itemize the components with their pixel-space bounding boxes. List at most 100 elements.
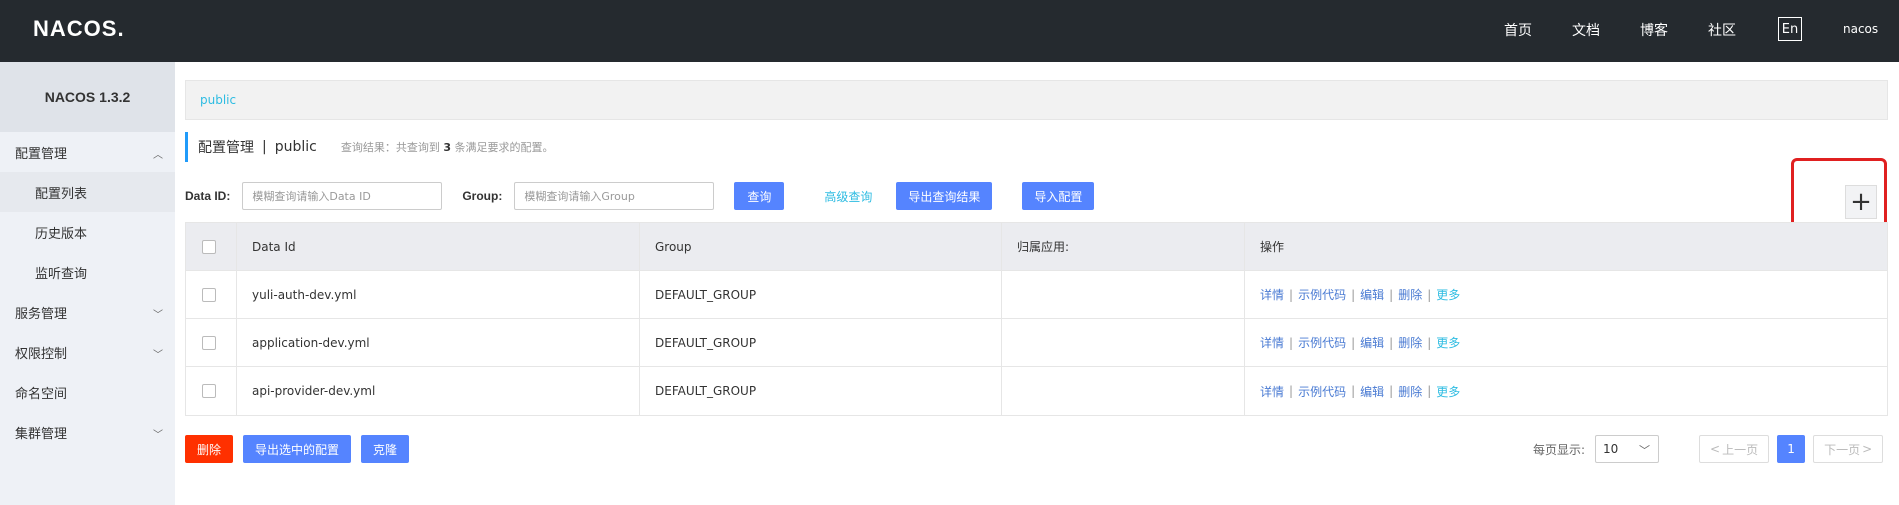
row-app [1002,367,1245,415]
page-size-select[interactable]: 10 ﹀ [1595,435,1660,463]
table-row: api-provider-dev.yml DEFAULT_GROUP 详情 | 示例… [186,367,1887,415]
version-label: NACOS 1.3.2 [0,62,175,132]
prev-page-label: 上一页 [1722,442,1759,457]
namespace-bar: public [185,80,1888,120]
batch-actions: 删除 导出选中的配置 克隆 [185,435,410,463]
ops-separator: | [1427,287,1432,302]
hint-suffix: 条满足要求的配置。 [454,141,554,154]
sidebar-item-label: 配置列表 [35,186,88,202]
chevron-down-icon: ﹀ [1639,444,1651,457]
header-group: Group [640,223,1002,270]
sample-code-link[interactable]: 示例代码 [1298,286,1346,303]
add-config-button[interactable]: + [1845,185,1877,219]
export-selected-button[interactable]: 导出选中的配置 [243,435,352,463]
delete-link[interactable]: 删除 [1398,383,1422,400]
namespace-tab-public[interactable]: public [200,93,236,107]
sidebar-item-config-list[interactable]: 配置列表 [0,172,175,212]
search-button[interactable]: 查询 [734,182,785,210]
pagination: 每页显示: 10 ﹀ < 上一页 1 下一页 > [1533,435,1884,463]
row-app [1002,271,1245,318]
title-separator: | [262,139,267,155]
row-group: DEFAULT_GROUP [640,319,1002,366]
sidebar-item-access-control[interactable]: 权限控制 ﹀ [0,332,175,372]
header-app: 归属应用: [1002,223,1245,270]
nav-docs[interactable]: 文档 [1572,20,1600,40]
delete-link[interactable]: 删除 [1398,286,1422,303]
batch-delete-button[interactable]: 删除 [185,435,234,463]
sample-code-link[interactable]: 示例代码 [1298,334,1346,351]
row-select-cell [186,319,237,366]
row-checkbox[interactable] [202,287,216,302]
sidebar-item-label: 命名空间 [15,386,68,402]
import-config-button[interactable]: 导入配置 [1022,182,1095,210]
sidebar-item-namespace[interactable]: 命名空间 [0,372,175,412]
prev-page-button[interactable]: < 上一页 [1699,435,1770,463]
chevron-down-icon: ﹀ [153,430,163,441]
export-results-button[interactable]: 导出查询结果 [896,182,993,210]
nav-blog[interactable]: 博客 [1640,20,1668,40]
sidebar-item-listener-query[interactable]: 监听查询 [0,252,175,292]
row-select-cell [186,367,237,415]
ops-separator: | [1289,384,1294,398]
detail-link[interactable]: 详情 [1260,383,1284,400]
page-title: 配置管理 [198,140,254,156]
advanced-search-link[interactable]: 高级查询 [824,188,872,205]
chevron-down-icon: ﹀ [153,350,163,361]
group-input[interactable]: 模糊查询请输入Group [514,182,715,210]
sidebar-item-label: 历史版本 [35,226,88,242]
top-navbar: NACOS. 首页 文档 博客 社区 En nacos [0,0,1899,62]
sidebar-item-cluster-management[interactable]: 集群管理 ﹀ [0,412,175,452]
next-page-button[interactable]: 下一页 > [1813,435,1884,463]
sidebar-item-label: 权限控制 [15,346,68,362]
nav-community[interactable]: 社区 [1708,20,1736,40]
header-data-id: Data Id [237,223,640,270]
edit-link[interactable]: 编辑 [1360,334,1384,351]
query-result-hint: 查询结果：共查询到 3 条满足要求的配置。 [341,139,554,155]
ops-separator: | [1427,335,1432,350]
ops-separator: | [1351,384,1356,398]
header-actions: 操作 [1260,240,1285,254]
row-data-id: api-provider-dev.yml [237,367,640,415]
sidebar-item-label: 集群管理 [15,426,68,442]
row-actions: 详情 | 示例代码 | 编辑 | 删除 | 更多 [1245,367,1887,415]
data-id-input[interactable]: 模糊查询请输入Data ID [242,182,443,210]
more-link[interactable]: 更多 [1436,383,1460,400]
table-row: yuli-auth-dev.yml DEFAULT_GROUP 详情 | 示例代码 |… [186,271,1887,319]
table-row: application-dev.yml DEFAULT_GROUP 详情 | 示例代… [186,319,1887,367]
page-size-value: 10 [1603,442,1619,456]
row-checkbox[interactable] [202,335,216,350]
edit-link[interactable]: 编辑 [1360,286,1384,303]
nav-home[interactable]: 首页 [1504,20,1532,40]
more-link[interactable]: 更多 [1436,334,1460,351]
sidebar-item-label: 服务管理 [15,306,68,322]
delete-link[interactable]: 删除 [1398,334,1422,351]
select-all-checkbox[interactable] [202,239,216,254]
sidebar-item-service-management[interactable]: 服务管理 ﹀ [0,292,175,332]
sidebar-item-config-management[interactable]: 配置管理 ︿ [0,132,175,172]
more-link[interactable]: 更多 [1436,286,1460,303]
row-group: DEFAULT_GROUP [640,367,1002,415]
hint-prefix: 查询结果：共查询到 [340,141,440,154]
chevron-right-icon: > [1862,442,1873,456]
nacos-logo[interactable]: NACOS. [33,16,125,42]
detail-link[interactable]: 详情 [1260,286,1284,303]
next-page-label: 下一页 [1824,442,1861,457]
group-label: Group: [462,189,503,203]
user-menu[interactable]: nacos [1843,22,1878,36]
sidebar-item-history[interactable]: 历史版本 [0,212,175,252]
row-app [1002,319,1245,366]
row-checkbox[interactable] [202,384,216,398]
sample-code-link[interactable]: 示例代码 [1298,383,1346,400]
page-number-1[interactable]: 1 [1777,435,1806,463]
page-size-label: 每页显示: [1533,442,1586,457]
detail-link[interactable]: 详情 [1260,334,1284,351]
edit-link[interactable]: 编辑 [1360,383,1384,400]
row-actions: 详情 | 示例代码 | 编辑 | 删除 | 更多 [1245,271,1887,318]
ops-separator: | [1389,384,1394,398]
filter-bar: Data ID: 模糊查询请输入Data ID Group: 模糊查询请输入Gr… [185,181,1095,211]
ops-separator: | [1427,384,1432,398]
ops-separator: | [1351,287,1356,302]
language-switch[interactable]: En [1778,17,1802,41]
clone-button[interactable]: 克隆 [361,435,410,463]
ops-separator: | [1289,287,1294,302]
